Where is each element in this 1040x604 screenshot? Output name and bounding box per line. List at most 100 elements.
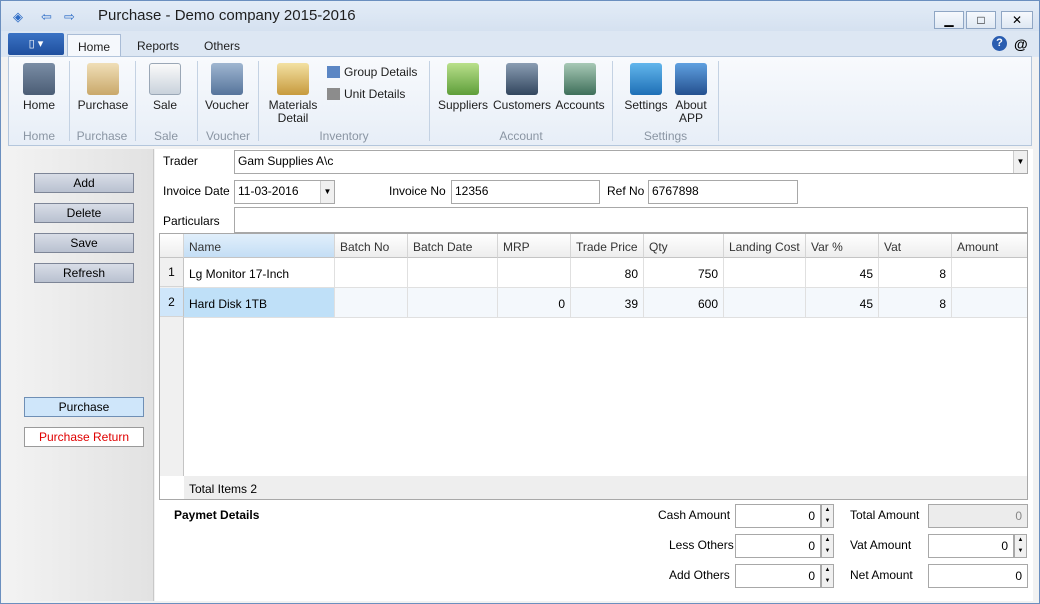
less-others-input[interactable]: 0 bbox=[735, 534, 821, 558]
invoice-no-input[interactable]: 12356 bbox=[451, 180, 600, 204]
group-label-settings: Settings bbox=[643, 129, 688, 143]
row-number[interactable]: 1 bbox=[160, 258, 184, 287]
add-others-spinner[interactable]: ▲ ▼ bbox=[821, 564, 834, 588]
cell-trade-price[interactable]: 80 bbox=[571, 258, 644, 288]
row-number[interactable]: 2 bbox=[160, 288, 184, 317]
money-hand-icon bbox=[447, 63, 479, 95]
purchase-return-button[interactable]: Purchase Return bbox=[24, 427, 144, 447]
column-vat[interactable]: Vat bbox=[879, 234, 952, 258]
cell-batch-no[interactable] bbox=[335, 288, 408, 318]
column-trade-price[interactable]: Trade Price bbox=[571, 234, 644, 258]
cell-var[interactable]: 45 bbox=[806, 288, 879, 318]
tab-home[interactable]: Home bbox=[67, 34, 122, 57]
cell-name[interactable]: Hard Disk 1TB bbox=[184, 288, 335, 318]
column-batch-date[interactable]: Batch Date bbox=[408, 234, 498, 258]
maximize-button[interactable]: □ bbox=[966, 11, 996, 29]
hammer-icon bbox=[630, 63, 662, 95]
column-landing-cost[interactable]: Landing Cost bbox=[724, 234, 806, 258]
cell-landing-cost[interactable] bbox=[724, 258, 806, 288]
particulars-label: Particulars bbox=[163, 214, 220, 228]
cash-amount-label: Cash Amount bbox=[658, 508, 731, 522]
cell-amount[interactable] bbox=[952, 288, 1027, 318]
tab-reports[interactable]: Reports bbox=[127, 34, 189, 57]
refresh-button[interactable]: Refresh bbox=[34, 263, 134, 283]
suppliers-button[interactable]: Suppliers bbox=[437, 63, 489, 112]
group-icon bbox=[327, 66, 340, 78]
purchase-button[interactable]: Purchase bbox=[75, 63, 131, 112]
trader-label: Trader bbox=[163, 154, 198, 168]
house-icon bbox=[23, 63, 55, 95]
home-button[interactable]: Home bbox=[21, 63, 57, 112]
group-label-home: Home bbox=[22, 129, 55, 143]
app-icon[interactable]: ◈ bbox=[13, 9, 23, 25]
cell-mrp[interactable] bbox=[498, 258, 571, 288]
group-label-sale: Sale bbox=[153, 129, 179, 143]
materials-detail-button[interactable]: Materials Detail bbox=[265, 63, 321, 125]
document-icon: ▯ ▾ bbox=[28, 38, 44, 50]
purchase-mode-button[interactable]: Purchase bbox=[24, 397, 144, 417]
sale-button[interactable]: Sale bbox=[145, 63, 185, 112]
application-menu-button[interactable]: ▯ ▾ bbox=[8, 33, 64, 55]
back-arrow-icon[interactable]: ⇦ bbox=[41, 9, 52, 25]
particulars-input[interactable] bbox=[234, 207, 1028, 233]
cell-amount[interactable] bbox=[952, 258, 1027, 288]
delete-button[interactable]: Delete bbox=[34, 203, 134, 223]
tab-others[interactable]: Others bbox=[194, 34, 250, 57]
ref-no-input[interactable]: 6767898 bbox=[648, 180, 798, 204]
about-app-button[interactable]: About APP bbox=[673, 63, 709, 125]
customers-button[interactable]: Customers bbox=[493, 63, 551, 112]
column-name[interactable]: Name bbox=[184, 234, 335, 258]
less-others-label: Less Others bbox=[669, 538, 734, 552]
minimize-button[interactable]: ▁ bbox=[934, 11, 964, 29]
at-icon[interactable]: @ bbox=[1014, 36, 1028, 52]
accounts-button[interactable]: Accounts bbox=[554, 63, 606, 112]
total-amount-label: Total Amount bbox=[850, 508, 920, 522]
trader-select[interactable]: Gam Supplies A\c bbox=[234, 150, 1028, 174]
grid-icon bbox=[327, 88, 340, 100]
forward-arrow-icon[interactable]: ⇨ bbox=[64, 9, 75, 25]
cell-landing-cost[interactable] bbox=[724, 288, 806, 318]
cell-trade-price[interactable]: 39 bbox=[571, 288, 644, 318]
column-qty[interactable]: Qty bbox=[644, 234, 724, 258]
purchase-form: Trader Gam Supplies A\c ▼ Invoice Date 1… bbox=[155, 149, 1033, 601]
save-button[interactable]: Save bbox=[34, 233, 134, 253]
column-var[interactable]: Var % bbox=[806, 234, 879, 258]
items-grid[interactable]: Name Batch No Batch Date MRP Trade Price… bbox=[159, 233, 1028, 500]
less-others-spinner[interactable]: ▲ ▼ bbox=[821, 534, 834, 558]
net-amount-field[interactable]: 0 bbox=[928, 564, 1028, 588]
vat-amount-spinner[interactable]: ▲ ▼ bbox=[1014, 534, 1027, 558]
sheet-icon bbox=[149, 63, 181, 95]
cash-amount-spinner[interactable]: ▲ ▼ bbox=[821, 504, 834, 528]
cell-qty[interactable]: 600 bbox=[644, 288, 724, 318]
vat-amount-input[interactable]: 0 bbox=[928, 534, 1014, 558]
ref-no-label: Ref No bbox=[607, 184, 645, 198]
column-mrp[interactable]: MRP bbox=[498, 234, 571, 258]
cell-batch-date[interactable] bbox=[408, 258, 498, 288]
add-button[interactable]: Add bbox=[34, 173, 134, 193]
close-button[interactable]: ✕ bbox=[1001, 11, 1033, 29]
ribbon-tabs: ▯ ▾ Home Reports Others ? @ bbox=[1, 31, 1039, 57]
cell-batch-date[interactable] bbox=[408, 288, 498, 318]
group-details-button[interactable]: Group Details bbox=[327, 65, 417, 79]
cell-mrp[interactable]: 0 bbox=[498, 288, 571, 318]
chevron-down-icon[interactable]: ▼ bbox=[1013, 151, 1027, 173]
settings-button[interactable]: Settings bbox=[621, 63, 671, 112]
column-batch-no[interactable]: Batch No bbox=[335, 234, 408, 258]
cell-qty[interactable]: 750 bbox=[644, 258, 724, 288]
cell-var[interactable]: 45 bbox=[806, 258, 879, 288]
calendar-dropdown-icon[interactable]: ▼ bbox=[320, 181, 334, 203]
cell-name[interactable]: Lg Monitor 17-Inch bbox=[184, 258, 335, 288]
cell-vat[interactable]: 8 bbox=[879, 258, 952, 288]
unit-details-button[interactable]: Unit Details bbox=[327, 87, 405, 101]
voucher-button[interactable]: Voucher bbox=[202, 63, 252, 112]
ribbon: Home Purchase Sale Voucher Materials Deta… bbox=[8, 56, 1032, 146]
column-amount[interactable]: Amount bbox=[952, 234, 1027, 258]
add-others-input[interactable]: 0 bbox=[735, 564, 821, 588]
monitor-icon bbox=[675, 63, 707, 95]
action-pane: Add Delete Save Refresh Purchase Purchas… bbox=[2, 149, 154, 601]
help-icon[interactable]: ? bbox=[992, 36, 1007, 51]
window-title: Purchase - Demo company 2015-2016 bbox=[98, 7, 356, 24]
cell-vat[interactable]: 8 bbox=[879, 288, 952, 318]
cash-amount-input[interactable]: 0 bbox=[735, 504, 821, 528]
cell-batch-no[interactable] bbox=[335, 258, 408, 288]
